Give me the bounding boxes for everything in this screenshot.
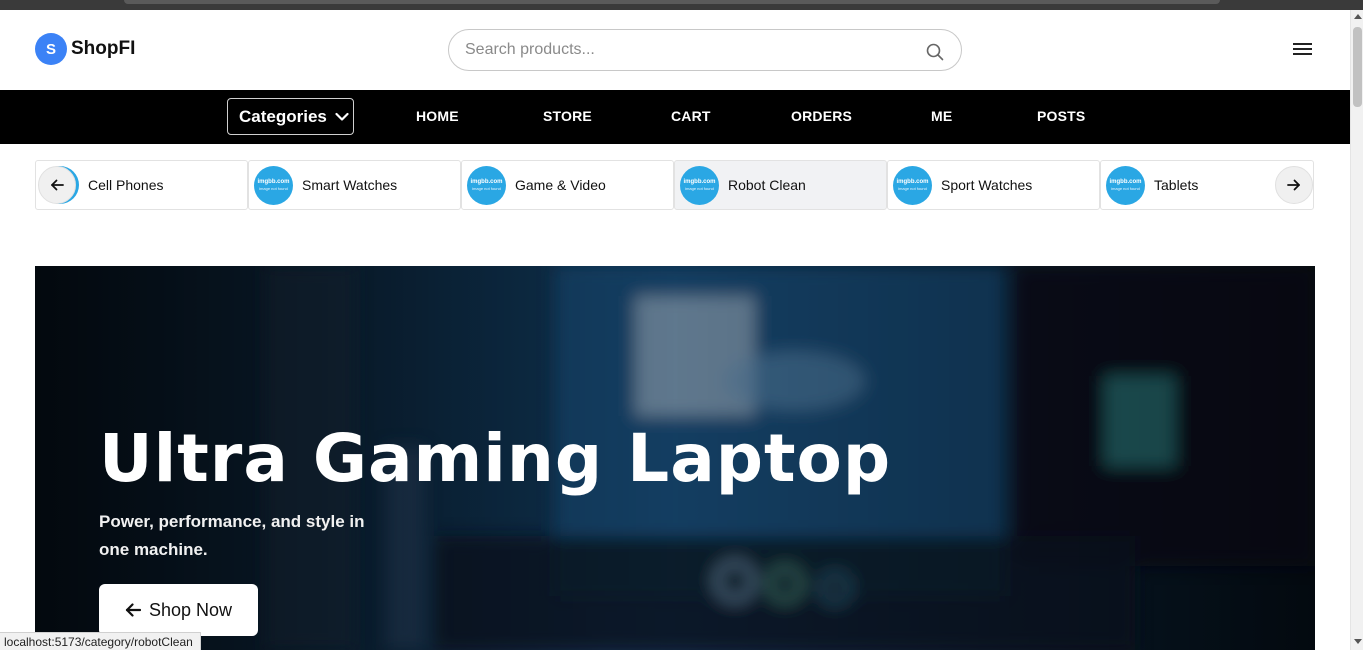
main-nav: Categories HOME STORE CART ORDERS ME POS… — [0, 90, 1350, 144]
category-item-game-video[interactable]: imgbb.com image not found Game & Video — [461, 160, 674, 210]
scroll-down-icon[interactable] — [1354, 639, 1362, 644]
category-image: imgbb.com image not found — [1106, 165, 1145, 205]
categories-dropdown-button[interactable]: Categories — [227, 98, 354, 135]
browser-tab-strip — [124, 0, 1220, 4]
search-icon[interactable] — [926, 43, 944, 61]
category-image: imgbb.com image not found — [467, 165, 506, 205]
shop-now-button[interactable]: Shop Now — [99, 584, 258, 636]
category-item-smart-watches[interactable]: imgbb.com image not found Smart Watches — [248, 160, 461, 210]
logo-badge: S — [35, 33, 67, 65]
arrow-right-icon — [1287, 179, 1300, 191]
shop-now-label: Shop Now — [148, 599, 233, 620]
category-label: Sport Watches — [941, 177, 1033, 193]
nav-orders[interactable]: ORDERS — [791, 108, 852, 124]
category-label: Game & Video — [515, 177, 606, 193]
nav-store[interactable]: STORE — [543, 108, 592, 124]
logo-link[interactable]: S ShopFI — [35, 33, 135, 65]
category-item-sport-watches[interactable]: imgbb.com image not found Sport Watches — [887, 160, 1100, 210]
scrollbar-thumb[interactable] — [1353, 27, 1362, 107]
scroll-up-icon[interactable] — [1354, 14, 1362, 19]
hero-title: Ultra Gaming Laptop — [99, 420, 892, 497]
carousel-prev-button[interactable] — [38, 166, 76, 204]
link-status-bar: localhost:5173/category/robotClean — [0, 632, 201, 650]
hamburger-menu-icon[interactable] — [1293, 43, 1312, 57]
category-label: Robot Clean — [728, 177, 806, 193]
category-label: Smart Watches — [302, 177, 398, 193]
category-image: imgbb.com image not found — [893, 165, 932, 205]
carousel-next-button[interactable] — [1275, 166, 1313, 204]
nav-home[interactable]: HOME — [416, 108, 459, 124]
chevron-down-icon — [335, 112, 349, 121]
hero-banner: Ultra Gaming Laptop Power, performance, … — [35, 266, 1315, 650]
nav-cart[interactable]: CART — [671, 108, 711, 124]
category-label: Tablets — [1154, 177, 1199, 193]
nav-posts[interactable]: POSTS — [1037, 108, 1085, 124]
logo-text: ShopFI — [71, 38, 136, 59]
search-input[interactable] — [465, 30, 915, 70]
page: S ShopFI Categories HOME STORE CART ORDE… — [0, 10, 1350, 650]
arrow-left-icon — [51, 179, 64, 191]
category-item-robot-clean[interactable]: imgbb.com image not found Robot Clean — [674, 160, 887, 210]
header: S ShopFI — [0, 10, 1350, 90]
category-carousel: Cell Phones imgbb.com image not found Sma… — [35, 160, 1314, 210]
categories-label: Categories — [239, 106, 327, 126]
category-image: imgbb.com image not found — [680, 165, 719, 205]
browser-top-bar — [0, 0, 1363, 10]
hero-subtitle: Power, performance, and style in one mac… — [99, 512, 365, 559]
category-label: Cell Phones — [88, 177, 164, 193]
search-box — [448, 29, 962, 71]
nav-me[interactable]: ME — [931, 108, 952, 124]
page-scrollbar[interactable] — [1350, 10, 1363, 650]
category-image: imgbb.com image not found — [254, 165, 293, 205]
arrow-left-icon — [125, 603, 141, 617]
